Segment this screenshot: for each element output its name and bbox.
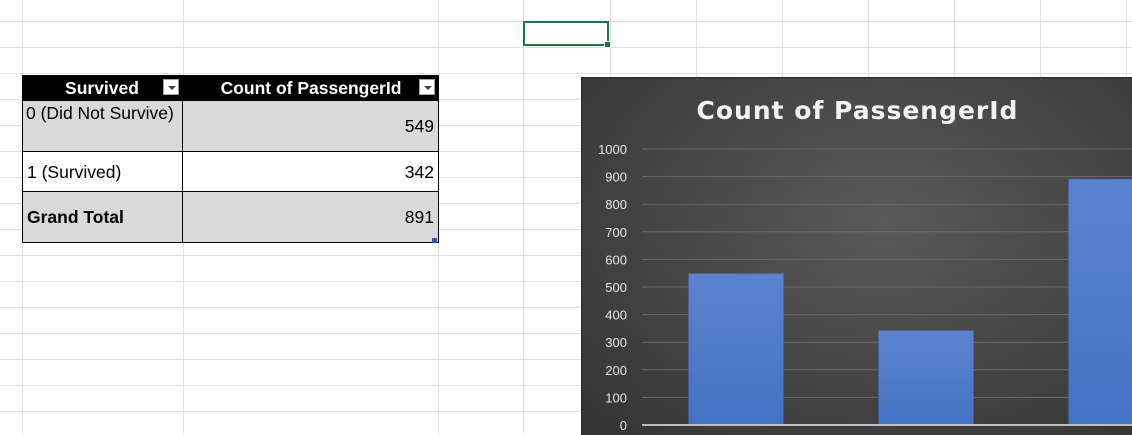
filter-dropdown-icon[interactable] [163,79,179,95]
active-cell-selection[interactable] [523,21,609,46]
y-tick-label: 900 [605,170,627,185]
y-tick-label: 800 [605,197,627,212]
fill-handle[interactable] [604,41,611,48]
pivot-table[interactable]: Survived Count of PassengerId 0 (Did Not… [22,75,439,243]
pivot-grand-total-row[interactable]: Grand Total 891 [22,192,439,243]
y-tick-label: 0 [620,418,627,433]
grid-row-line [0,47,1132,48]
pivot-row[interactable]: 1 (Survived) 342 [22,152,439,192]
pivot-row[interactable]: 0 (Did Not Survive) 549 [22,101,439,152]
pivot-grand-total-label[interactable]: Grand Total [23,192,183,242]
pivot-chart[interactable]: Count of PassengerId 0100200300400500600… [581,77,1132,435]
pivot-grand-total-value[interactable]: 891 [183,192,438,242]
y-tick-label: 1000 [598,142,627,157]
y-tick-label: 600 [605,252,627,267]
grid-row-line [0,73,1132,74]
filter-dropdown-icon[interactable] [419,79,435,95]
pivot-row-value[interactable]: 549 [183,101,438,151]
pivot-header-survived-label: Survived [65,78,139,98]
y-tick-label: 400 [605,308,627,323]
y-tick-label: 200 [605,363,627,378]
pivot-header-row: Survived Count of PassengerId [22,75,439,101]
y-tick-label: 100 [605,390,627,405]
y-tick-label: 700 [605,225,627,240]
chart-bar[interactable] [1069,179,1132,425]
pivot-header-survived[interactable]: Survived [22,75,183,101]
chart-plot-area[interactable]: 0 100 200 300 400 500 600 700 800 900 1000 [582,78,1132,435]
y-tick-label: 300 [605,335,627,350]
grid-column-line [523,0,524,434]
table-resize-handle[interactable] [432,238,437,243]
y-tick-label: 500 [605,280,627,295]
pivot-row-label[interactable]: 1 (Survived) [23,152,183,191]
chart-bar[interactable] [689,273,784,425]
chart-bar[interactable] [879,331,974,425]
pivot-header-count-label: Count of PassengerId [221,78,402,98]
pivot-row-value[interactable]: 342 [183,152,438,191]
pivot-header-count[interactable]: Count of PassengerId [183,75,439,101]
pivot-row-label[interactable]: 0 (Did Not Survive) [23,101,183,151]
